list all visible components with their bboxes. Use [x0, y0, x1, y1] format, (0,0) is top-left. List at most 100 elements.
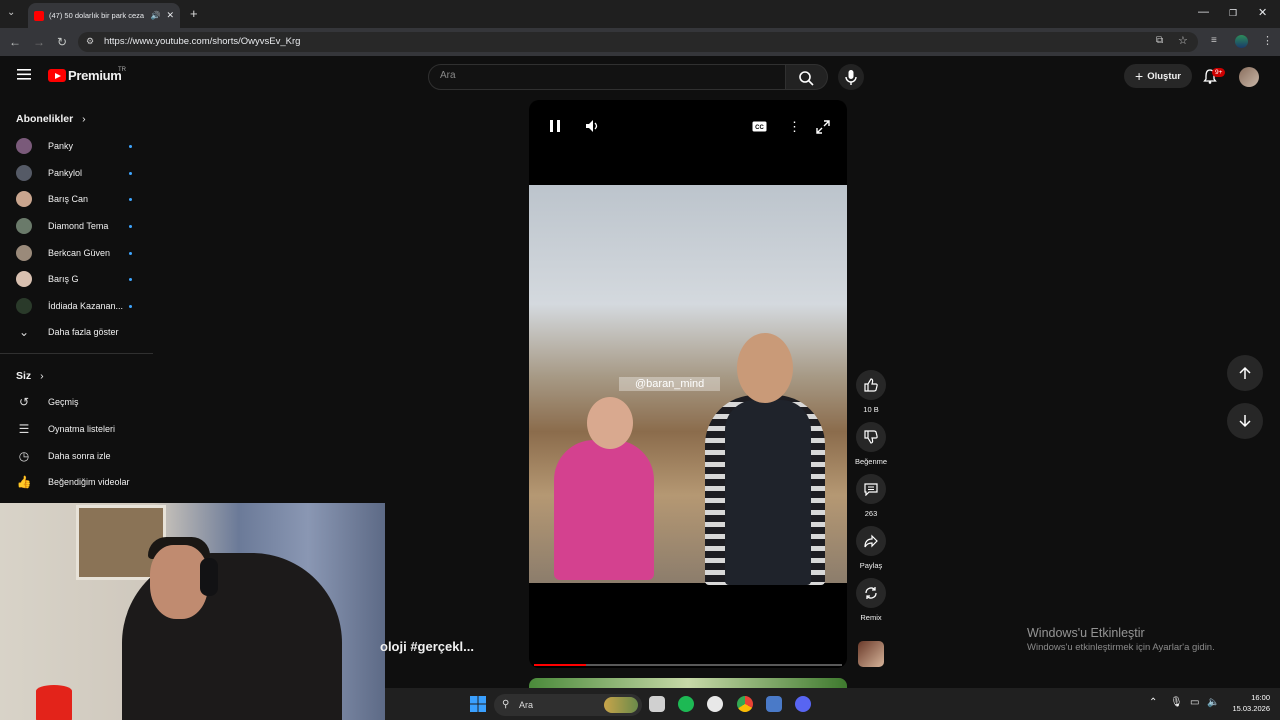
fullscreen-icon[interactable]: [816, 120, 830, 134]
share-button[interactable]: [856, 526, 886, 556]
you-title: Siz: [16, 370, 32, 382]
tab-close-icon[interactable]: ✕: [166, 10, 174, 21]
media-control-icon[interactable]: ≡: [1211, 35, 1217, 46]
new-content-dot: [129, 144, 132, 148]
sidebar-item-label: Oynatma listeleri: [48, 424, 116, 434]
account-avatar[interactable]: [1239, 67, 1259, 87]
sidebar-divider: [0, 353, 153, 354]
shorts-video-player[interactable]: @baran_mind: [529, 100, 847, 668]
history-icon: ↺: [18, 395, 30, 409]
browser-menu-icon[interactable]: ⋮: [1262, 34, 1273, 47]
search-button[interactable]: [786, 64, 828, 90]
comments-button[interactable]: [856, 474, 886, 504]
bookmark-star-icon[interactable]: ☆: [1178, 34, 1188, 47]
dislike-label: Beğenme: [854, 457, 888, 466]
restore-icon[interactable]: ❐: [1229, 8, 1237, 19]
progress-fill: [534, 664, 587, 666]
minimize-icon[interactable]: —: [1198, 6, 1209, 18]
window-close-icon[interactable]: ✕: [1258, 6, 1267, 19]
sidebar-subscription-item[interactable]: Berkcan Güven: [16, 243, 136, 263]
new-tab-icon[interactable]: +: [190, 6, 198, 21]
channel-avatar: [16, 138, 32, 154]
obs-icon[interactable]: [707, 696, 723, 712]
pause-icon[interactable]: [549, 119, 561, 133]
sidebar-item-history[interactable]: ↺ Geçmiş: [16, 392, 136, 412]
sidebar-item-liked-videos[interactable]: 👍 Beğendiğim videolar: [16, 472, 136, 492]
create-button[interactable]: + Oluştur: [1124, 64, 1192, 88]
youtube-favicon-icon: [34, 10, 44, 21]
task-view-icon[interactable]: [649, 696, 665, 712]
captions-icon[interactable]: CC: [752, 121, 767, 132]
voice-search-button[interactable]: [838, 64, 864, 90]
remix-label: Remix: [860, 613, 882, 622]
taskbar-clock[interactable]: 16:00 15.03.2026: [1228, 692, 1270, 714]
sidebar-subscription-item[interactable]: Diamond Tema: [16, 216, 136, 236]
you-heading[interactable]: Siz ›: [16, 370, 44, 382]
sidebar-item-label: Daha sonra izle: [48, 451, 111, 461]
more-options-icon[interactable]: ⋮: [788, 119, 801, 135]
video-figure-vest: [725, 400, 811, 585]
new-content-dot: [129, 224, 132, 228]
previous-short-button[interactable]: [1227, 355, 1263, 391]
youtube-logo[interactable]: Premium: [48, 68, 122, 83]
video-progress-bar[interactable]: [534, 664, 842, 666]
youtube-play-icon: [48, 69, 66, 82]
new-content-dot: [129, 197, 132, 201]
thumbs-up-icon: 👍: [16, 475, 32, 489]
tab-audio-icon[interactable]: 🔊: [150, 11, 160, 20]
clock-time: 16:00: [1251, 693, 1270, 702]
sidebar-subscription-item[interactable]: Panky: [16, 136, 136, 156]
search-icon: ⚲: [502, 699, 510, 710]
short-title-fragment[interactable]: oloji #gerçekl...: [380, 639, 474, 654]
show-more-button[interactable]: ⌄ Daha fazla göster: [16, 322, 136, 342]
subscriptions-heading[interactable]: Abonelikler ›: [16, 113, 86, 125]
hamburger-menu-icon[interactable]: [17, 69, 31, 80]
dislike-button[interactable]: [856, 422, 886, 452]
speaker-icon[interactable]: 🔈: [1207, 697, 1219, 708]
clock-icon: ◷: [18, 449, 30, 463]
back-icon[interactable]: ←: [9, 35, 21, 49]
headset-icon: [200, 558, 218, 596]
taskbar-search-box[interactable]: ⚲ Ara: [494, 694, 642, 716]
discord-icon[interactable]: [795, 696, 811, 712]
tab-search-icon[interactable]: ⌄: [7, 7, 15, 18]
install-app-icon[interactable]: ⧉: [1156, 35, 1163, 46]
sidebar-subscription-item[interactable]: İddiada Kazanan...: [16, 296, 136, 316]
url-text[interactable]: https://www.youtube.com/shorts/OwyvsEv_K…: [104, 36, 300, 47]
sidebar-item-label: Barış G: [48, 274, 79, 284]
windows-start-icon[interactable]: [470, 696, 486, 712]
sidebar-subscription-item[interactable]: Barış Can: [16, 189, 136, 209]
network-icon[interactable]: ▭: [1190, 697, 1199, 708]
sound-source-avatar[interactable]: [858, 641, 884, 667]
channel-avatar: [16, 165, 32, 181]
sidebar-item-label: Diamond Tema: [48, 221, 109, 231]
chrome-icon[interactable]: [737, 696, 753, 712]
next-short-button[interactable]: [1227, 403, 1263, 439]
sidebar-subscription-item[interactable]: Barış G: [16, 269, 136, 289]
browser-tab[interactable]: (47) 50 dolarlık bir park ceza 🔊 ✕: [28, 3, 180, 28]
site-info-icon[interactable]: ⚙: [86, 36, 94, 47]
remix-button[interactable]: [856, 578, 886, 608]
sidebar-subscription-item[interactable]: Pankylol: [16, 163, 136, 183]
search-placeholder: Ara: [440, 70, 456, 81]
spotify-icon[interactable]: [678, 696, 694, 712]
sidebar-item-label: Barış Can: [48, 194, 89, 204]
like-count: 10 B: [863, 405, 879, 414]
forward-icon[interactable]: →: [33, 35, 45, 49]
search-input[interactable]: [428, 64, 786, 90]
search-icon: [799, 71, 814, 86]
reload-icon[interactable]: ↻: [57, 35, 67, 49]
volume-icon[interactable]: [585, 119, 599, 133]
sidebar-item-watch-later[interactable]: ◷ Daha sonra izle: [16, 446, 136, 466]
profile-icon[interactable]: [1235, 35, 1248, 48]
sidebar-item-playlists[interactable]: ☰ Oynatma listeleri: [16, 419, 136, 439]
logo-text: Premium: [68, 68, 122, 83]
tray-chevron-up-icon[interactable]: ⌃: [1149, 697, 1157, 708]
tray-mic-icon[interactable]: 🎙: [1170, 697, 1183, 708]
region-code: TR: [118, 67, 126, 73]
app-icon[interactable]: [766, 696, 782, 712]
new-content-dot: [129, 277, 132, 281]
chevron-down-icon: ⌄: [18, 325, 30, 339]
channel-avatar: [16, 271, 32, 287]
like-button[interactable]: [856, 370, 886, 400]
